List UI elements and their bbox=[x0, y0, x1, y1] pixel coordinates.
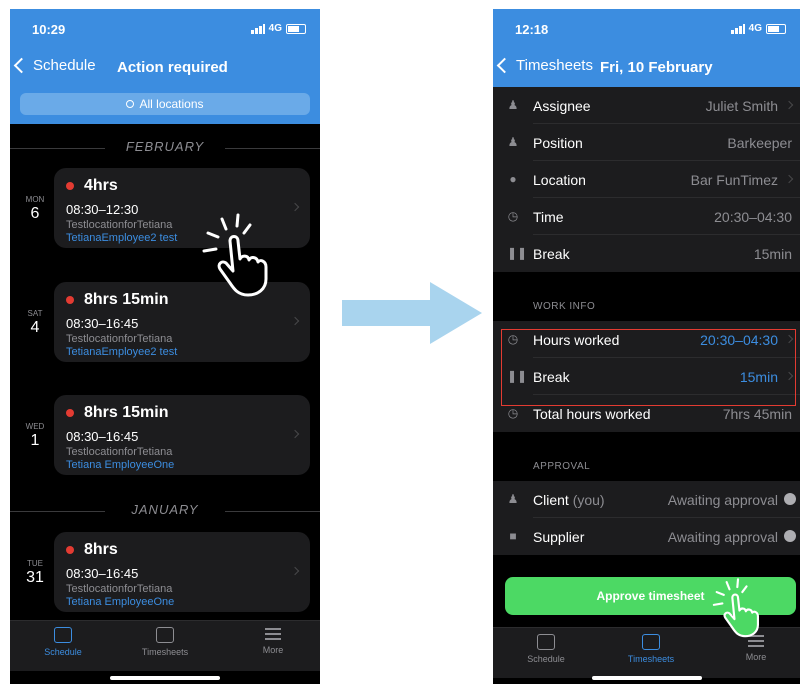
search-placeholder: All locations bbox=[139, 97, 204, 111]
chevron-right-icon bbox=[784, 174, 794, 184]
status-dot bbox=[66, 296, 74, 304]
chevron-right-icon bbox=[290, 429, 300, 439]
shift-location: TestlocationforTetiana bbox=[66, 333, 173, 345]
pause-icon: ❚❚ bbox=[507, 246, 528, 260]
page-title: Fri, 10 February bbox=[600, 59, 713, 76]
chevron-right-icon bbox=[784, 100, 794, 110]
break-row: ❚❚ Break 15min bbox=[493, 235, 800, 272]
shift-location: TestlocationforTetiana bbox=[66, 583, 173, 595]
status-dot bbox=[66, 409, 74, 417]
timesheet-icon bbox=[642, 634, 660, 650]
home-indicator bbox=[110, 676, 220, 680]
nav-bar: Timesheets Fri, 10 February bbox=[493, 46, 800, 87]
day-label: MON 6 bbox=[25, 195, 45, 222]
search-bar: All locations bbox=[10, 87, 320, 124]
chevron-right-icon bbox=[290, 316, 300, 326]
shift-location: TestlocationforTetiana bbox=[66, 446, 173, 458]
clock-filled-icon: ◷ bbox=[507, 406, 519, 420]
shift-range: 08:30–16:45 bbox=[66, 566, 139, 581]
supplier-approval-row: ■ Supplier Awaiting approval bbox=[493, 518, 800, 555]
shift-hours: 8hrs 15min bbox=[84, 291, 169, 308]
tap-gesture-icon bbox=[202, 213, 268, 297]
tab-more[interactable]: More bbox=[238, 627, 308, 655]
page-title: Action required bbox=[117, 59, 228, 76]
tab-schedule[interactable]: Schedule bbox=[28, 627, 98, 657]
signal-icon bbox=[730, 23, 745, 34]
shift-location: TestlocationforTetiana bbox=[66, 219, 173, 231]
check-icon bbox=[784, 530, 796, 542]
briefcase-icon: ■ bbox=[509, 529, 517, 543]
tab-timesheets[interactable]: Timesheets bbox=[130, 627, 200, 657]
month-header: FEBRUARY bbox=[10, 139, 320, 159]
work-info-header: WORK INFO bbox=[533, 301, 596, 312]
shift-hours: 4hrs bbox=[84, 177, 118, 194]
nav-bar: Schedule Action required bbox=[10, 46, 320, 87]
home-indicator bbox=[591, 676, 702, 680]
chevron-right-icon bbox=[290, 566, 300, 576]
day-label: WED 1 bbox=[25, 422, 45, 449]
shift-employee: Tetiana EmployeeOne bbox=[66, 596, 175, 608]
status-bar: 12:18 4G bbox=[493, 9, 800, 46]
timesheet-icon bbox=[156, 627, 174, 643]
person-icon: ♟ bbox=[507, 492, 519, 506]
pin-icon: ● bbox=[509, 172, 517, 186]
chevron-left-icon bbox=[496, 57, 513, 74]
person-icon: ♟ bbox=[507, 98, 519, 112]
calendar-icon bbox=[537, 634, 555, 650]
person-icon: ♟ bbox=[507, 135, 519, 149]
status-dot bbox=[66, 182, 74, 190]
search-input[interactable]: All locations bbox=[20, 93, 310, 115]
shift-employee: Tetiana EmployeeOne bbox=[66, 459, 175, 471]
shift-card[interactable]: 8hrs 08:30–16:45 TestlocationforTetiana … bbox=[54, 532, 310, 612]
chevron-right-icon bbox=[290, 202, 300, 212]
calendar-icon bbox=[54, 627, 72, 643]
search-icon bbox=[126, 100, 135, 108]
shift-range: 08:30–16:45 bbox=[66, 316, 139, 331]
status-bar: 10:29 4G bbox=[10, 9, 320, 46]
month-header: JANUARY bbox=[10, 502, 320, 522]
highlight-box bbox=[501, 329, 796, 406]
signal-icon bbox=[250, 23, 265, 34]
status-dot bbox=[66, 546, 74, 554]
check-icon bbox=[784, 493, 796, 505]
schedule-screen: 10:29 4G Schedule Action required All lo… bbox=[10, 9, 320, 684]
shift-range: 08:30–16:45 bbox=[66, 429, 139, 444]
shift-employee: TetianaEmployee2 test bbox=[66, 232, 178, 244]
shift-hours: 8hrs bbox=[84, 541, 118, 558]
day-label: SAT 4 bbox=[27, 309, 43, 336]
battery-icon bbox=[286, 23, 306, 34]
status-time: 12:18 bbox=[515, 22, 549, 37]
shift-employee: TetianaEmployee2 test bbox=[66, 346, 178, 358]
approval-header: APPROVAL bbox=[533, 461, 591, 472]
tab-bar: Schedule Timesheets More bbox=[10, 620, 320, 671]
network-label: 4G bbox=[268, 23, 282, 34]
flow-arrow-icon bbox=[342, 282, 482, 344]
network-indicator: 4G bbox=[730, 23, 786, 34]
tap-gesture-icon bbox=[712, 578, 760, 638]
shift-card[interactable]: 8hrs 15min 08:30–16:45 TestlocationforTe… bbox=[54, 395, 310, 475]
back-button[interactable]: Schedule bbox=[13, 57, 96, 74]
back-label: Schedule bbox=[33, 57, 96, 74]
assignee-row[interactable]: ♟ Assignee Juliet Smith bbox=[493, 87, 800, 124]
tab-timesheets[interactable]: Timesheets bbox=[616, 634, 686, 664]
shift-range: 08:30–12:30 bbox=[66, 202, 139, 217]
time-row: ◷ Time 20:30–04:30 bbox=[493, 198, 800, 235]
clock-icon: ◷ bbox=[507, 209, 519, 223]
menu-icon bbox=[265, 627, 281, 641]
position-row: ♟ Position Barkeeper bbox=[493, 124, 800, 161]
status-time: 10:29 bbox=[32, 22, 66, 37]
network-label: 4G bbox=[748, 23, 762, 34]
chevron-left-icon bbox=[13, 57, 30, 74]
shift-hours: 8hrs 15min bbox=[84, 404, 169, 421]
network-indicator: 4G bbox=[250, 23, 306, 34]
back-label: Timesheets bbox=[516, 57, 593, 74]
timesheet-detail-screen: 12:18 4G Timesheets Fri, 10 February ♟ As… bbox=[493, 9, 800, 684]
location-row[interactable]: ● Location Bar FunTimez bbox=[493, 161, 800, 198]
client-approval-row: ♟ Client (you) Awaiting approval bbox=[493, 481, 800, 518]
battery-icon bbox=[766, 23, 786, 34]
back-button[interactable]: Timesheets bbox=[496, 57, 593, 74]
day-label: TUE 31 bbox=[26, 559, 44, 586]
tab-schedule[interactable]: Schedule bbox=[511, 634, 581, 664]
